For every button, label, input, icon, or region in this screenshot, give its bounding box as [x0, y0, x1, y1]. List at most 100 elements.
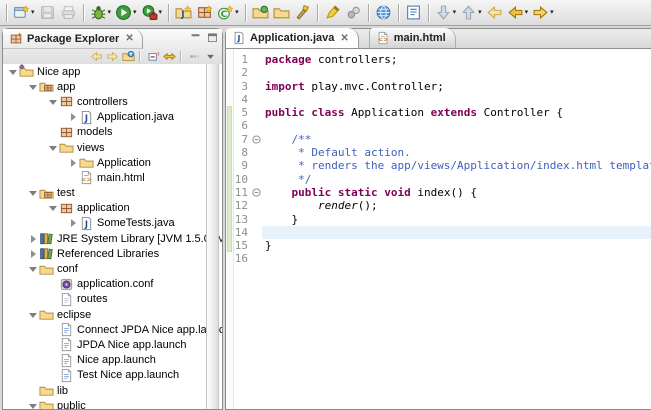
save-button[interactable] [37, 3, 58, 22]
tree-item[interactable]: application.conf [3, 277, 222, 292]
package-explorer-icon [9, 32, 27, 46]
tree-item[interactable]: Test Nice app.launch [3, 368, 222, 383]
twisty-icon[interactable] [68, 218, 78, 228]
code-line: 2 [226, 66, 651, 79]
search-button[interactable] [292, 3, 313, 22]
close-icon[interactable]: ✕ [125, 33, 133, 44]
back-button[interactable]: ▾ [505, 3, 531, 22]
tree-item[interactable]: JSomeTests.java [3, 216, 222, 231]
twisty-icon[interactable] [8, 67, 18, 77]
twisty-icon[interactable] [28, 188, 38, 198]
tree-item[interactable]: JPDA Nice app.launch [3, 337, 222, 352]
code-line: 11 public static void index() { [226, 186, 651, 199]
tab-package-explorer[interactable]: Package Explorer ✕ [3, 29, 143, 49]
library-icon [38, 246, 54, 261]
dropdown-arrow-icon[interactable]: ▾ [159, 9, 163, 16]
tree-item[interactable]: Referenced Libraries [3, 246, 222, 261]
tree-item-label: SomeTests.java [97, 217, 175, 229]
up-button[interactable] [122, 50, 135, 63]
minimize-button[interactable] [189, 31, 202, 44]
twisty-icon[interactable] [28, 310, 38, 320]
new-java-class-button[interactable]: C▾ [215, 3, 241, 22]
new-java-project-button[interactable]: J [173, 3, 194, 22]
tree-item[interactable]: JApplication.java [3, 110, 222, 125]
tree-item[interactable]: views [3, 140, 222, 155]
dropdown-arrow-icon[interactable]: ▾ [108, 9, 112, 16]
tree-item[interactable]: application [3, 201, 222, 216]
tree-item[interactable]: Application [3, 155, 222, 170]
open-type-button[interactable] [250, 3, 271, 22]
tree-item[interactable]: test [3, 186, 222, 201]
twisty-icon[interactable] [48, 203, 58, 213]
dropdown-arrow-icon[interactable]: ▾ [550, 9, 554, 16]
dropdown-arrow-icon[interactable]: ▾ [133, 9, 137, 16]
twisty-icon[interactable] [28, 401, 38, 409]
fold-collapse-icon[interactable] [250, 133, 262, 146]
mark-occurrences-button[interactable] [322, 3, 343, 22]
next-annotation-button[interactable]: ▾ [433, 3, 459, 22]
open-resource-button[interactable] [271, 3, 292, 22]
twisty-icon[interactable] [48, 97, 58, 107]
twisty-icon[interactable] [48, 143, 58, 153]
tree-item[interactable]: JRE System Library [JVM 1.5.0 (Mac [3, 231, 222, 246]
close-icon[interactable]: ✕ [340, 33, 348, 44]
tree-item-label: lib [57, 385, 68, 397]
run-button[interactable]: ▾ [113, 3, 139, 22]
tree-item[interactable]: lib [3, 383, 222, 398]
dropdown-arrow-icon[interactable]: ▾ [235, 9, 239, 16]
tree-item[interactable]: models [3, 125, 222, 140]
project-tree[interactable]: Nice appappcontrollersJApplication.javam… [3, 64, 222, 409]
twisty-icon[interactable] [28, 264, 38, 274]
launch-file-icon [58, 322, 74, 337]
tree-item-label: eclipse [57, 309, 91, 321]
back-button[interactable] [90, 50, 103, 63]
tree-item[interactable]: routes [3, 292, 222, 307]
forward-button[interactable]: ▾ [530, 3, 556, 22]
view-menu-button[interactable] [204, 50, 217, 63]
java-file-icon: J [232, 31, 250, 45]
editor-tab-main-html[interactable]: <>main.html [369, 28, 456, 48]
tree-item[interactable]: Nice app.launch [3, 353, 222, 368]
filters-button[interactable] [188, 50, 201, 63]
twisty-icon[interactable] [28, 234, 38, 244]
link-with-editor-button[interactable] [163, 50, 176, 63]
tree-item[interactable]: public [3, 398, 222, 409]
tree-item[interactable]: Connect JPDA Nice app.launc [3, 322, 222, 337]
fold-collapse-icon[interactable] [250, 186, 262, 199]
maximize-button[interactable] [206, 31, 219, 44]
occurrences-button[interactable] [343, 3, 364, 22]
open-web-browser-button[interactable] [373, 3, 394, 22]
tree-item[interactable]: eclipse [3, 307, 222, 322]
code-viewport[interactable]: 1package controllers;23import play.mvc.C… [226, 49, 651, 409]
previous-annotation-button[interactable]: ▾ [458, 3, 484, 22]
editor-area[interactable]: 1package controllers;23import play.mvc.C… [226, 49, 651, 409]
task-list-button[interactable] [403, 3, 424, 22]
dropdown-arrow-icon[interactable]: ▾ [478, 9, 482, 16]
tree-item[interactable]: conf [3, 261, 222, 276]
fold-spacer [250, 252, 262, 265]
vertical-scrollbar[interactable] [206, 64, 219, 409]
tree-item[interactable]: controllers [3, 94, 222, 109]
dropdown-arrow-icon[interactable]: ▾ [453, 9, 457, 16]
tree-item[interactable]: Nice app [3, 64, 222, 79]
line-number: 14 [226, 226, 250, 239]
debug-button[interactable]: ▾ [88, 3, 114, 22]
dropdown-arrow-icon[interactable]: ▾ [31, 9, 35, 16]
twisty-spacer [48, 279, 58, 289]
twisty-icon[interactable] [28, 82, 38, 92]
run-external-tools-button[interactable]: ▾ [139, 3, 165, 22]
collapse-all-button[interactable] [147, 50, 160, 63]
tree-item[interactable]: app [3, 79, 222, 94]
twisty-icon[interactable] [68, 112, 78, 122]
forward-button[interactable] [106, 50, 119, 63]
tree-item[interactable]: <>main.html [3, 170, 222, 185]
last-edit-location-button[interactable] [484, 3, 505, 22]
new-java-package-button[interactable] [194, 3, 215, 22]
new-button[interactable]: ▾ [11, 3, 37, 22]
editor-tab-application-java[interactable]: JApplication.java✕ [226, 28, 359, 48]
dropdown-arrow-icon[interactable]: ▾ [525, 9, 529, 16]
svg-text:C: C [221, 10, 228, 20]
twisty-icon[interactable] [68, 158, 78, 168]
twisty-icon[interactable] [28, 249, 38, 259]
print-button[interactable] [58, 3, 79, 22]
